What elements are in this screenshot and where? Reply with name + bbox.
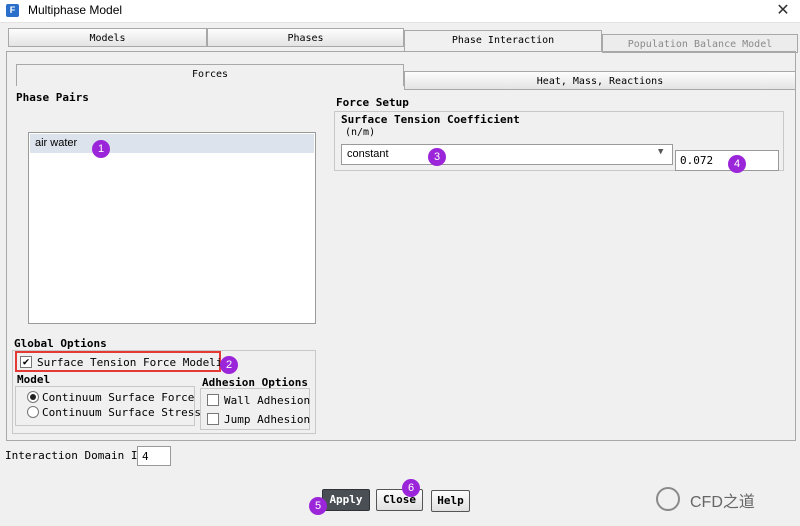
- method-value: constant: [347, 148, 389, 160]
- model-label: Model: [17, 373, 51, 386]
- close-icon[interactable]: ✕: [772, 1, 794, 21]
- radio-continuum-surface-force[interactable]: [27, 391, 39, 403]
- chevron-down-icon: ▼: [658, 147, 664, 157]
- interaction-domain-input[interactable]: 4: [137, 446, 171, 466]
- step-badge-2: 2: [220, 356, 238, 374]
- step-badge-4: 4: [728, 155, 746, 173]
- wechat-icon: [656, 487, 680, 511]
- jump-adhesion-checkbox[interactable]: [207, 413, 219, 425]
- title-bar: F Multiphase Model ✕: [0, 0, 800, 23]
- phase-pairs-label: Phase Pairs: [16, 91, 89, 104]
- global-options-label: Global Options: [14, 337, 107, 350]
- tab-phase-interaction[interactable]: Phase Interaction: [404, 30, 602, 52]
- jump-adhesion-label: Jump Adhesion: [224, 413, 311, 426]
- surface-tension-coefficient-label: Surface Tension Coefficient: [341, 113, 520, 126]
- continuum-surface-stress-label: Continuum Surface Stress: [42, 406, 201, 419]
- wall-adhesion-checkbox[interactable]: [207, 394, 219, 406]
- tab-heat-mass-reactions[interactable]: Heat, Mass, Reactions: [404, 71, 796, 90]
- app-icon: F: [6, 4, 19, 17]
- coefficient-value: 0.072: [680, 154, 714, 167]
- tab-models[interactable]: Models: [8, 28, 207, 47]
- radio-continuum-surface-stress[interactable]: [27, 406, 39, 418]
- force-setup-label: Force Setup: [336, 96, 409, 109]
- step-badge-3: 3: [428, 148, 446, 166]
- continuum-surface-force-label: Continuum Surface Force: [42, 391, 195, 404]
- coefficient-input[interactable]: 0.072: [675, 150, 779, 171]
- step-badge-5: 5: [309, 497, 327, 515]
- apply-button[interactable]: Apply: [322, 489, 370, 511]
- watermark-text: CFD之道: [690, 494, 755, 511]
- unit-label: (n/m): [345, 127, 376, 138]
- tab-forces[interactable]: Forces: [16, 64, 404, 86]
- surface-tension-label: Surface Tension Force Modeling: [37, 356, 236, 369]
- phase-pairs-list[interactable]: air water: [28, 132, 316, 324]
- list-item[interactable]: air water: [30, 134, 314, 153]
- step-badge-1: 1: [92, 140, 110, 158]
- interaction-domain-value: 4: [142, 450, 149, 463]
- help-button[interactable]: Help: [431, 490, 470, 512]
- step-badge-6: 6: [402, 479, 420, 497]
- surface-tension-checkbox[interactable]: ✔: [20, 356, 32, 368]
- interaction-domain-label: Interaction Domain ID: [5, 449, 145, 462]
- method-dropdown[interactable]: constant ▼: [341, 144, 673, 165]
- wall-adhesion-label: Wall Adhesion: [224, 394, 311, 407]
- tab-phases[interactable]: Phases: [207, 28, 404, 47]
- window-title: Multiphase Model: [28, 3, 123, 17]
